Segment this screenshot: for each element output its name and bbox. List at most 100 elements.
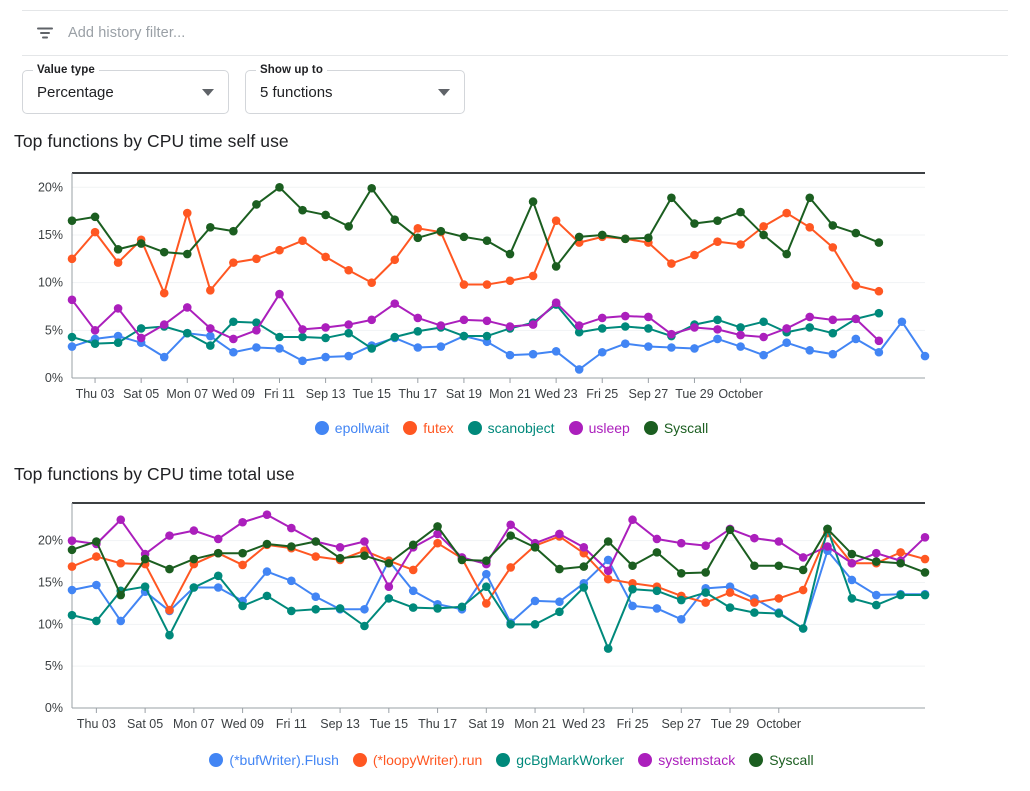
value-type-select[interactable]: Value type Percentage (22, 70, 229, 114)
data-point[interactable] (137, 324, 146, 333)
data-point[interactable] (531, 597, 540, 606)
data-point[interactable] (298, 236, 307, 245)
data-point[interactable] (390, 333, 399, 342)
data-point[interactable] (458, 556, 467, 565)
data-point[interactable] (872, 557, 881, 566)
data-point[interactable] (238, 602, 247, 611)
data-point[interactable] (552, 347, 561, 356)
data-point[interactable] (555, 530, 564, 539)
data-point[interactable] (529, 197, 538, 206)
data-point[interactable] (782, 338, 791, 347)
data-point[interactable] (275, 183, 284, 192)
data-point[interactable] (555, 607, 564, 616)
data-point[interactable] (414, 224, 423, 233)
data-point[interactable] (726, 603, 735, 612)
data-point[interactable] (252, 200, 261, 209)
data-point[interactable] (575, 233, 584, 242)
data-point[interactable] (263, 567, 272, 576)
data-point[interactable] (409, 587, 418, 596)
data-point[interactable] (367, 278, 376, 287)
data-point[interactable] (628, 515, 637, 524)
data-point[interactable] (759, 351, 768, 360)
data-point[interactable] (782, 209, 791, 218)
data-point[interactable] (653, 535, 662, 544)
data-point[interactable] (701, 588, 710, 597)
chevron-down-icon[interactable] (202, 89, 214, 96)
data-point[interactable] (759, 222, 768, 231)
data-point[interactable] (482, 556, 491, 565)
data-point[interactable] (872, 549, 881, 558)
data-point[interactable] (229, 258, 238, 267)
data-point[interactable] (736, 342, 745, 351)
data-point[interactable] (229, 227, 238, 236)
data-point[interactable] (921, 568, 930, 577)
data-point[interactable] (690, 323, 699, 332)
legend-item[interactable]: Syscall (644, 420, 708, 436)
data-point[interactable] (644, 234, 653, 243)
data-point[interactable] (165, 565, 174, 574)
data-point[interactable] (828, 316, 837, 325)
data-point[interactable] (116, 515, 125, 524)
data-point[interactable] (848, 576, 857, 585)
data-point[interactable] (460, 280, 469, 289)
data-point[interactable] (336, 604, 345, 613)
data-point[interactable] (552, 298, 561, 307)
data-point[interactable] (531, 620, 540, 629)
data-point[interactable] (896, 548, 905, 557)
data-point[interactable] (848, 550, 857, 559)
data-point[interactable] (116, 591, 125, 600)
data-point[interactable] (828, 243, 837, 252)
data-point[interactable] (667, 193, 676, 202)
data-point[interactable] (137, 239, 146, 248)
data-point[interactable] (598, 314, 607, 323)
data-point[interactable] (805, 223, 814, 232)
data-point[interactable] (433, 539, 442, 548)
data-point[interactable] (68, 255, 77, 264)
data-point[interactable] (160, 289, 169, 298)
data-point[interactable] (774, 609, 783, 618)
data-point[interactable] (116, 617, 125, 626)
data-point[interactable] (460, 316, 469, 325)
data-point[interactable] (621, 339, 630, 348)
data-point[interactable] (580, 543, 589, 552)
data-point[interactable] (621, 234, 630, 243)
data-point[interactable] (206, 223, 215, 232)
data-point[interactable] (506, 520, 515, 529)
data-point[interactable] (160, 353, 169, 362)
data-point[interactable] (921, 533, 930, 542)
data-point[interactable] (726, 588, 735, 597)
data-point[interactable] (799, 566, 808, 575)
data-point[interactable] (214, 571, 223, 580)
data-point[interactable] (214, 549, 223, 558)
data-point[interactable] (713, 216, 722, 225)
data-point[interactable] (774, 561, 783, 570)
data-point[interactable] (114, 258, 123, 267)
chevron-down-icon[interactable] (438, 89, 450, 96)
data-point[interactable] (604, 566, 613, 575)
data-point[interactable] (805, 346, 814, 355)
data-point[interactable] (921, 555, 930, 564)
data-point[interactable] (774, 537, 783, 546)
data-point[interactable] (506, 531, 515, 540)
data-point[interactable] (552, 216, 561, 225)
data-point[interactable] (653, 604, 662, 613)
data-point[interactable] (482, 582, 491, 591)
data-point[interactable] (506, 563, 515, 572)
data-point[interactable] (506, 322, 515, 331)
data-point[interactable] (677, 569, 686, 578)
data-point[interactable] (238, 561, 247, 570)
data-point[interactable] (229, 335, 238, 344)
data-point[interactable] (580, 562, 589, 571)
data-point[interactable] (68, 586, 77, 595)
data-point[interactable] (621, 322, 630, 331)
data-point[interactable] (263, 540, 272, 549)
data-point[interactable] (298, 357, 307, 366)
data-point[interactable] (183, 329, 192, 338)
legend-item[interactable]: (*loopyWriter).run (353, 752, 482, 768)
data-point[interactable] (68, 536, 77, 545)
data-point[interactable] (298, 325, 307, 334)
data-point[interactable] (852, 315, 861, 324)
data-point[interactable] (68, 342, 77, 351)
data-point[interactable] (385, 582, 394, 591)
data-point[interactable] (311, 605, 320, 614)
